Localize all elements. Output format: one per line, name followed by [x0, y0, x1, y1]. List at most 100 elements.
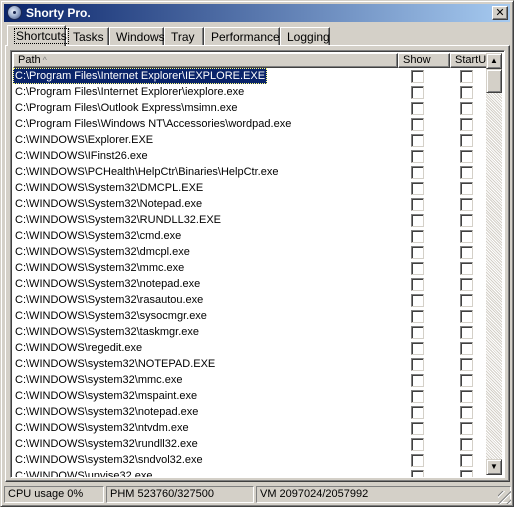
list-item[interactable]: C:\WINDOWS\system32\NOTEPAD.EXE	[13, 356, 489, 372]
show-checkbox[interactable]	[411, 374, 424, 387]
show-checkbox[interactable]	[411, 326, 424, 339]
startup-checkbox[interactable]	[460, 342, 473, 355]
list-item[interactable]: C:\WINDOWS\system32\notepad.exe	[13, 404, 489, 420]
show-checkbox[interactable]	[411, 294, 424, 307]
startup-checkbox[interactable]	[460, 150, 473, 163]
startup-checkbox[interactable]	[460, 406, 473, 419]
list-item[interactable]: C:\WINDOWS\IFinst26.exe	[13, 148, 489, 164]
scroll-down-button[interactable]: ▼	[486, 459, 502, 475]
show-checkbox[interactable]	[411, 342, 424, 355]
startup-checkbox[interactable]	[460, 246, 473, 259]
startup-checkbox[interactable]	[460, 102, 473, 115]
show-checkbox[interactable]	[411, 70, 424, 83]
startup-checkbox[interactable]	[460, 438, 473, 451]
list-item[interactable]: C:\WINDOWS\System32\RUNDLL32.EXE	[13, 212, 489, 228]
startup-checkbox[interactable]	[460, 70, 473, 83]
shortcuts-list[interactable]: Path ^ Show StartUp C:\Program Files\Inte…	[10, 50, 505, 478]
show-checkbox[interactable]	[411, 422, 424, 435]
list-item-path: C:\WINDOWS\System32\rasautou.exe	[15, 294, 204, 306]
list-item[interactable]: C:\WINDOWS\Explorer.EXE	[13, 132, 489, 148]
show-checkbox[interactable]	[411, 262, 424, 275]
show-checkbox[interactable]	[411, 150, 424, 163]
column-header-show[interactable]: Show	[398, 53, 450, 68]
list-item[interactable]: C:\WINDOWS\System32\Notepad.exe	[13, 196, 489, 212]
list-item[interactable]: C:\Program Files\Windows NT\Accessories\…	[13, 116, 489, 132]
list-header: Path ^ Show StartUp	[13, 53, 496, 68]
list-item[interactable]: C:\WINDOWS\PCHealth\HelpCtr\Binaries\Hel…	[13, 164, 489, 180]
show-checkbox[interactable]	[411, 246, 424, 259]
show-checkbox[interactable]	[411, 230, 424, 243]
show-checkbox[interactable]	[411, 118, 424, 131]
tab-shortcuts[interactable]: Shortcuts	[7, 25, 69, 46]
tab-logging[interactable]: Logging	[280, 27, 330, 45]
list-item[interactable]: C:\WINDOWS\system32\rundll32.exe	[13, 436, 489, 452]
startup-checkbox[interactable]	[460, 454, 473, 467]
list-item[interactable]: C:\WINDOWS\system32\mspaint.exe	[13, 388, 489, 404]
resize-grip[interactable]	[498, 491, 511, 504]
startup-checkbox[interactable]	[460, 358, 473, 371]
show-checkbox[interactable]	[411, 102, 424, 115]
show-checkbox[interactable]	[411, 406, 424, 419]
list-item-path: C:\WINDOWS\system32\notepad.exe	[15, 406, 199, 418]
startup-checkbox[interactable]	[460, 134, 473, 147]
list-item[interactable]: C:\WINDOWS\System32\sysocmgr.exe	[13, 308, 489, 324]
show-checkbox[interactable]	[411, 182, 424, 195]
startup-checkbox[interactable]	[460, 86, 473, 99]
startup-checkbox[interactable]	[460, 182, 473, 195]
list-item[interactable]: C:\WINDOWS\System32\cmd.exe	[13, 228, 489, 244]
show-checkbox[interactable]	[411, 86, 424, 99]
startup-checkbox[interactable]	[460, 422, 473, 435]
show-checkbox[interactable]	[411, 134, 424, 147]
show-checkbox[interactable]	[411, 358, 424, 371]
title-bar[interactable]: Shorty Pro. ✕	[4, 4, 510, 22]
startup-checkbox[interactable]	[460, 390, 473, 403]
list-item[interactable]: C:\WINDOWS\System32\taskmgr.exe	[13, 324, 489, 340]
startup-checkbox[interactable]	[460, 310, 473, 323]
list-item-path: C:\WINDOWS\System32\taskmgr.exe	[15, 326, 199, 338]
show-checkbox[interactable]	[411, 390, 424, 403]
tab-windows[interactable]: Windows	[109, 27, 165, 45]
startup-checkbox[interactable]	[460, 214, 473, 227]
startup-checkbox[interactable]	[460, 374, 473, 387]
startup-checkbox[interactable]	[460, 326, 473, 339]
show-checkbox[interactable]	[411, 214, 424, 227]
list-item[interactable]: C:\Program Files\Internet Explorer\iexpl…	[13, 84, 489, 100]
startup-checkbox[interactable]	[460, 262, 473, 275]
list-item[interactable]: C:\WINDOWS\System32\rasautou.exe	[13, 292, 489, 308]
startup-checkbox[interactable]	[460, 278, 473, 291]
show-checkbox[interactable]	[411, 310, 424, 323]
scroll-thumb[interactable]	[486, 69, 502, 93]
list-item[interactable]: C:\WINDOWS\system32\ntvdm.exe	[13, 420, 489, 436]
list-item[interactable]: C:\Program Files\Outlook Express\msimn.e…	[13, 100, 489, 116]
list-item[interactable]: C:\Program Files\Internet Explorer\IEXPL…	[13, 68, 489, 84]
list-item[interactable]: C:\WINDOWS\System32\notepad.exe	[13, 276, 489, 292]
startup-checkbox[interactable]	[460, 294, 473, 307]
startup-checkbox[interactable]	[460, 230, 473, 243]
scroll-up-button[interactable]: ▲	[486, 53, 502, 69]
list-item[interactable]: C:\WINDOWS\system32\sndvol32.exe	[13, 452, 489, 468]
tab-performance[interactable]: Performance	[204, 27, 280, 45]
list-item[interactable]: C:\WINDOWS\regedit.exe	[13, 340, 489, 356]
list-item-path: C:\WINDOWS\regedit.exe	[15, 342, 143, 354]
show-checkbox[interactable]	[411, 438, 424, 451]
startup-checkbox[interactable]	[460, 470, 473, 477]
show-checkbox[interactable]	[411, 166, 424, 179]
tab-tasks[interactable]: Tasks	[66, 27, 109, 45]
close-button[interactable]: ✕	[492, 6, 508, 20]
startup-checkbox[interactable]	[460, 118, 473, 131]
show-checkbox[interactable]	[411, 198, 424, 211]
tab-tray[interactable]: Tray	[164, 27, 204, 45]
startup-checkbox[interactable]	[460, 198, 473, 211]
vertical-scrollbar[interactable]: ▲ ▼	[486, 53, 502, 475]
startup-checkbox[interactable]	[460, 166, 473, 179]
show-checkbox[interactable]	[411, 470, 424, 477]
list-item[interactable]: C:\WINDOWS\System32\mmc.exe	[13, 260, 489, 276]
app-icon[interactable]	[7, 5, 22, 20]
list-item[interactable]: C:\WINDOWS\system32\mmc.exe	[13, 372, 489, 388]
show-checkbox[interactable]	[411, 278, 424, 291]
show-checkbox[interactable]	[411, 454, 424, 467]
list-item[interactable]: C:\WINDOWS\System32\dmcpl.exe	[13, 244, 489, 260]
column-header-path[interactable]: Path ^	[13, 53, 398, 68]
list-item[interactable]: C:\WINDOWS\System32\DMCPL.EXE	[13, 180, 489, 196]
list-item[interactable]: C:\WINDOWS\unvise32.exe	[13, 468, 489, 477]
